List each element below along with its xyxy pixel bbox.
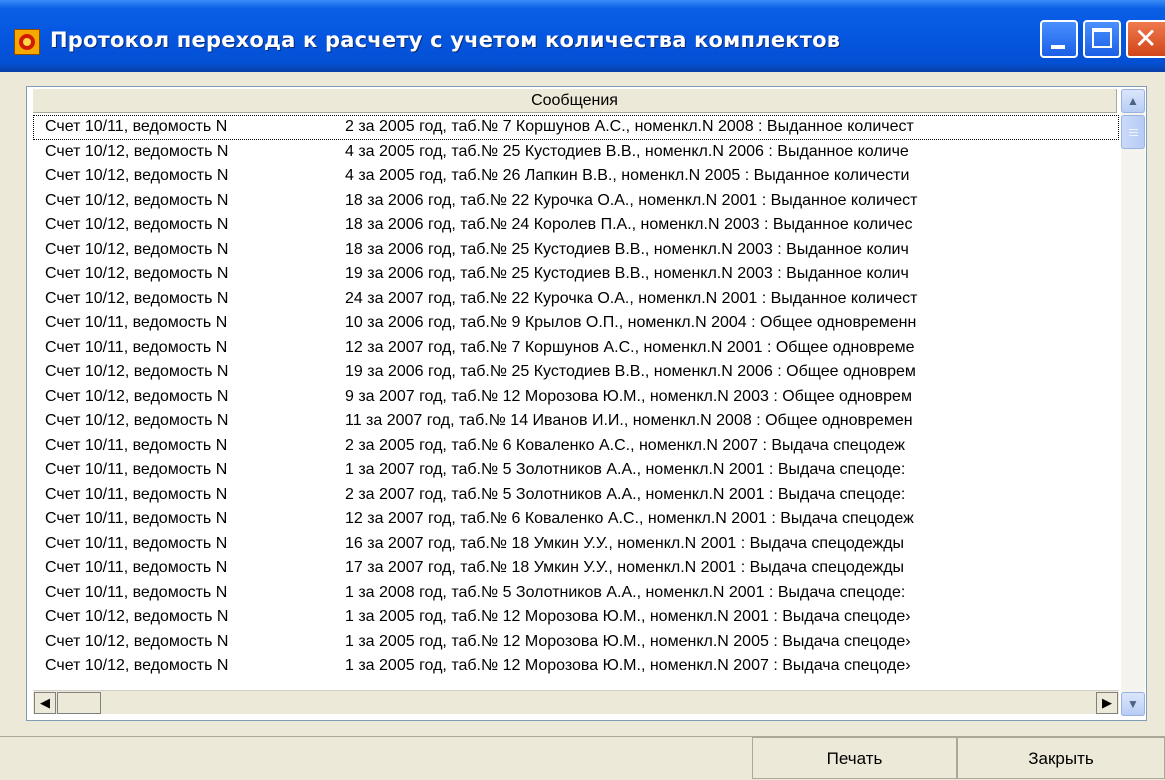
horizontal-scrollbar[interactable]: ◀ ▶ [33,690,1119,714]
row-account: Счет 10/12, ведомость N [45,657,229,674]
row-message: 17 за 2007 год, таб.№ 18 Умкин У.У., ном… [345,559,905,576]
row-message: 2 за 2005 год, таб.№ 6 Коваленко А.С., н… [345,436,905,454]
table-row[interactable]: Счет 10/11, ведомость N 1 за 2008 год, та… [33,581,1119,606]
print-button[interactable]: Печать [752,737,957,779]
row-message: 9 за 2007 год, таб.№ 12 Морозова Ю.М., н… [345,387,912,405]
row-account: Счет 10/11, ведомость N [45,534,228,552]
row-message: 2 за 2007 год, таб.№ 5 Золотников А.А., … [345,485,906,503]
row-message: 1 за 2005 год, таб.№ 12 Морозова Ю.М., н… [345,657,911,674]
table-row[interactable]: Счет 10/11, ведомость N 17 за 2007 год, т… [33,556,1119,581]
scroll-left-arrow-icon[interactable]: ◀ [34,692,56,714]
title-bar[interactable]: Протокол перехода к расчету с учетом кол… [0,0,1165,72]
row-account: Счет 10/12, ведомость N [45,191,229,209]
row-message: 1 за 2008 год, таб.№ 5 Золотников А.А., … [345,583,906,601]
close-icon: ✕ [1134,22,1158,55]
table-row[interactable]: Счет 10/11, ведомость N 12 за 2007 год, т… [33,507,1119,532]
row-message: 1 за 2005 год, таб.№ 12 Морозова Ю.М., н… [345,632,911,650]
vertical-scroll-thumb[interactable] [1121,115,1145,149]
row-message: 12 за 2007 год, таб.№ 6 Коваленко А.С., … [345,510,914,527]
row-account: Счет 10/11, ведомость N [45,583,228,601]
row-account: Счет 10/12, ведомость N [45,240,229,258]
scroll-up-arrow-icon[interactable]: ▲ [1121,89,1145,113]
table-row[interactable]: Счет 10/12, ведомость N 4 за 2005 год, та… [33,140,1119,165]
row-account: Счет 10/11, ведомость N [45,461,228,478]
vertical-scrollbar[interactable]: ▲ ▼ [1121,89,1145,716]
footer-bar: Печать Закрыть [0,736,1165,779]
row-account: Счет 10/11, ведомость N [45,436,228,454]
row-message: 1 за 2005 год, таб.№ 12 Морозова Ю.М., н… [345,608,911,625]
messages-rows: Счет 10/11, ведомость N 2 за 2005 год, та… [33,115,1119,689]
minimize-icon [1051,45,1065,49]
maximize-icon [1092,28,1112,48]
row-message: 16 за 2007 год, таб.№ 18 Умкин У.У., ном… [345,534,905,552]
table-row[interactable]: Счет 10/12, ведомость N 1 за 2005 год, та… [33,654,1119,679]
row-account: Счет 10/12, ведомость N [45,265,229,282]
table-row[interactable]: Счет 10/12, ведомость N 19 за 2006 год, т… [33,262,1119,287]
table-row[interactable]: Счет 10/12, ведомость N 19 за 2006 год, т… [33,360,1119,385]
table-row[interactable]: Счет 10/12, ведомость N 24 за 2007 год, т… [33,287,1119,312]
row-message: 10 за 2006 год, таб.№ 9 Крылов О.П., ном… [345,314,917,331]
table-row[interactable]: Счет 10/11, ведомость N 12 за 2007 год, т… [33,336,1119,361]
row-account: Счет 10/12, ведомость N [45,387,229,405]
row-account: Счет 10/11, ведомость N [45,314,228,331]
row-message: 24 за 2007 год, таб.№ 22 Курочка О.А., н… [345,289,918,307]
minimize-button[interactable] [1040,20,1078,58]
window-title: Протокол перехода к расчету с учетом кол… [50,28,841,52]
row-message: 11 за 2007 год, таб.№ 14 Иванов И.И., но… [345,412,913,429]
table-row[interactable]: Счет 10/11, ведомость N 10 за 2006 год, т… [33,311,1119,336]
messages-list[interactable]: Сообщения Счет 10/11, ведомость N 2 за 20… [26,86,1147,721]
table-row[interactable]: Счет 10/11, ведомость N 16 за 2007 год, т… [33,532,1119,557]
table-row[interactable]: Счет 10/12, ведомость N 4 за 2005 год, та… [33,164,1119,189]
row-account: Счет 10/12, ведомость N [45,412,229,429]
row-account: Счет 10/12, ведомость N [45,289,229,307]
column-header-messages[interactable]: Сообщения [33,89,1117,113]
table-row[interactable]: Счет 10/12, ведомость N 11 за 2007 год, т… [33,409,1119,434]
row-message: 12 за 2007 год, таб.№ 7 Коршунов А.С., н… [345,338,915,356]
row-message: 18 за 2006 год, таб.№ 24 Королев П.А., н… [345,216,913,233]
row-account: Счет 10/12, ведомость N [45,608,229,625]
table-row[interactable]: Счет 10/11, ведомость N 2 за 2005 год, та… [33,115,1119,140]
table-row[interactable]: Счет 10/12, ведомость N 1 за 2005 год, та… [33,605,1119,630]
row-message: 19 за 2006 год, таб.№ 25 Кустодиев В.В.,… [345,265,909,282]
row-message: 2 за 2005 год, таб.№ 7 Коршунов А.С., но… [345,118,914,135]
table-row[interactable]: Счет 10/11, ведомость N 1 за 2007 год, та… [33,458,1119,483]
scroll-right-arrow-icon[interactable]: ▶ [1096,692,1118,714]
row-account: Счет 10/11, ведомость N [45,510,228,527]
app-icon[interactable] [14,29,40,55]
table-row[interactable]: Счет 10/12, ведомость N 18 за 2006 год, т… [33,213,1119,238]
row-message: 18 за 2006 год, таб.№ 25 Кустодиев В.В.,… [345,240,909,258]
row-account: Счет 10/12, ведомость N [45,142,229,160]
row-message: 4 за 2005 год, таб.№ 26 Лапкин В.В., ном… [345,167,910,184]
table-row[interactable]: Счет 10/11, ведомость N 2 за 2007 год, та… [33,483,1119,508]
table-row[interactable]: Счет 10/12, ведомость N 18 за 2006 год, т… [33,238,1119,263]
table-row[interactable]: Счет 10/12, ведомость N 18 за 2006 год, т… [33,189,1119,214]
row-account: Счет 10/12, ведомость N [45,167,229,184]
row-message: 1 за 2007 год, таб.№ 5 Золотников А.А., … [345,461,906,478]
horizontal-scroll-thumb[interactable] [57,692,101,714]
table-row[interactable]: Счет 10/11, ведомость N 2 за 2005 год, та… [33,434,1119,459]
row-message: 18 за 2006 год, таб.№ 22 Курочка О.А., н… [345,191,918,209]
close-button[interactable]: Закрыть [957,737,1165,779]
row-account: Счет 10/12, ведомость N [45,216,229,233]
row-account: Счет 10/11, ведомость N [45,118,228,135]
row-account: Счет 10/11, ведомость N [45,485,228,503]
row-message: 19 за 2006 год, таб.№ 25 Кустодиев В.В.,… [345,363,916,380]
table-row[interactable]: Счет 10/12, ведомость N 1 за 2005 год, та… [33,630,1119,655]
close-window-button[interactable]: ✕ [1126,20,1165,58]
scroll-down-arrow-icon[interactable]: ▼ [1121,692,1145,716]
row-account: Счет 10/12, ведомость N [45,632,229,650]
maximize-button[interactable] [1083,20,1121,58]
row-account: Счет 10/11, ведомость N [45,338,228,356]
row-account: Счет 10/12, ведомость N [45,363,229,380]
row-message: 4 за 2005 год, таб.№ 25 Кустодиев В.В., … [345,142,909,160]
table-row[interactable]: Счет 10/12, ведомость N 9 за 2007 год, та… [33,385,1119,410]
row-account: Счет 10/11, ведомость N [45,559,228,576]
